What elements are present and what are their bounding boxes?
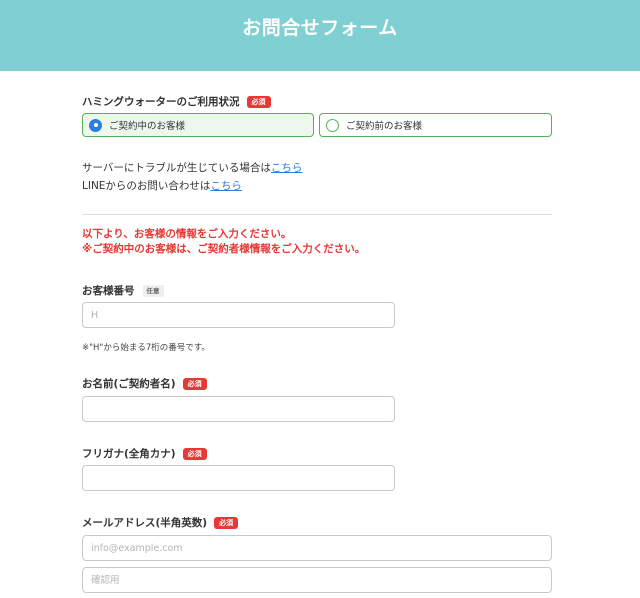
notice: 以下より、お客様の情報をご入力ください。 ※ご契約中のお客様は、ご契約者様情報を… xyxy=(82,227,365,257)
customer-number-label-row: お客様番号 任意 xyxy=(82,283,164,298)
furigana-input[interactable] xyxy=(82,465,395,491)
required-badge: 必須 xyxy=(182,447,207,460)
furigana-label: フリガナ(全角カナ) xyxy=(82,448,176,460)
line-info-text: LINEからのお問い合わせは xyxy=(82,180,211,192)
page-title: お問合せフォーム xyxy=(242,17,398,39)
name-label-row: お名前(ご契約者名) 必須 xyxy=(82,376,207,391)
radio-label-precontract: ご契約前のお客様 xyxy=(346,121,423,132)
section-divider xyxy=(82,214,552,215)
trouble-info-text: サーバーにトラブルが生じている場合は xyxy=(82,162,271,174)
line-info-line: LINEからのお問い合わせはこちら xyxy=(82,178,242,193)
customer-number-input[interactable] xyxy=(82,302,395,328)
required-badge: 必須 xyxy=(182,377,207,390)
notice-line-1: 以下より、お客様の情報をご入力ください。 xyxy=(82,228,292,240)
name-label: お名前(ご契約者名) xyxy=(82,378,176,390)
line-link[interactable]: こちら xyxy=(210,180,242,192)
email-label: メールアドレス(半角英数) xyxy=(82,517,208,529)
radio-label-contracted: ご契約中のお客様 xyxy=(109,121,186,132)
furigana-label-row: フリガナ(全角カナ) 必須 xyxy=(82,446,207,461)
radio-option-contracted[interactable]: ご契約中のお客様 xyxy=(82,113,314,137)
email-confirm-input[interactable] xyxy=(82,567,552,593)
customer-number-label: お客様番号 xyxy=(82,285,135,297)
page-header: お問合せフォーム xyxy=(0,0,640,71)
status-label: ハミングウォーターのご利用状況 xyxy=(82,96,240,108)
email-input[interactable] xyxy=(82,535,552,561)
trouble-info-line: サーバーにトラブルが生じている場合はこちら xyxy=(82,160,302,175)
status-label-row: ハミングウォーターのご利用状況 必須 xyxy=(82,94,271,109)
radio-checked-icon[interactable] xyxy=(89,118,102,132)
notice-line-2: ※ご契約中のお客様は、ご契約者様情報をご入力ください。 xyxy=(82,243,366,255)
email-label-row: メールアドレス(半角英数) 必須 xyxy=(82,515,239,530)
trouble-link[interactable]: こちら xyxy=(271,162,303,174)
required-badge: 必須 xyxy=(246,95,271,108)
optional-badge: 任意 xyxy=(142,284,164,297)
required-badge: 必須 xyxy=(214,516,239,529)
radio-unchecked-icon[interactable] xyxy=(326,118,339,132)
name-input[interactable] xyxy=(82,396,395,422)
radio-option-precontract[interactable]: ご契約前のお客様 xyxy=(319,113,552,137)
customer-number-hint: ※"H"から始まる7桁の番号です。 xyxy=(82,343,210,353)
